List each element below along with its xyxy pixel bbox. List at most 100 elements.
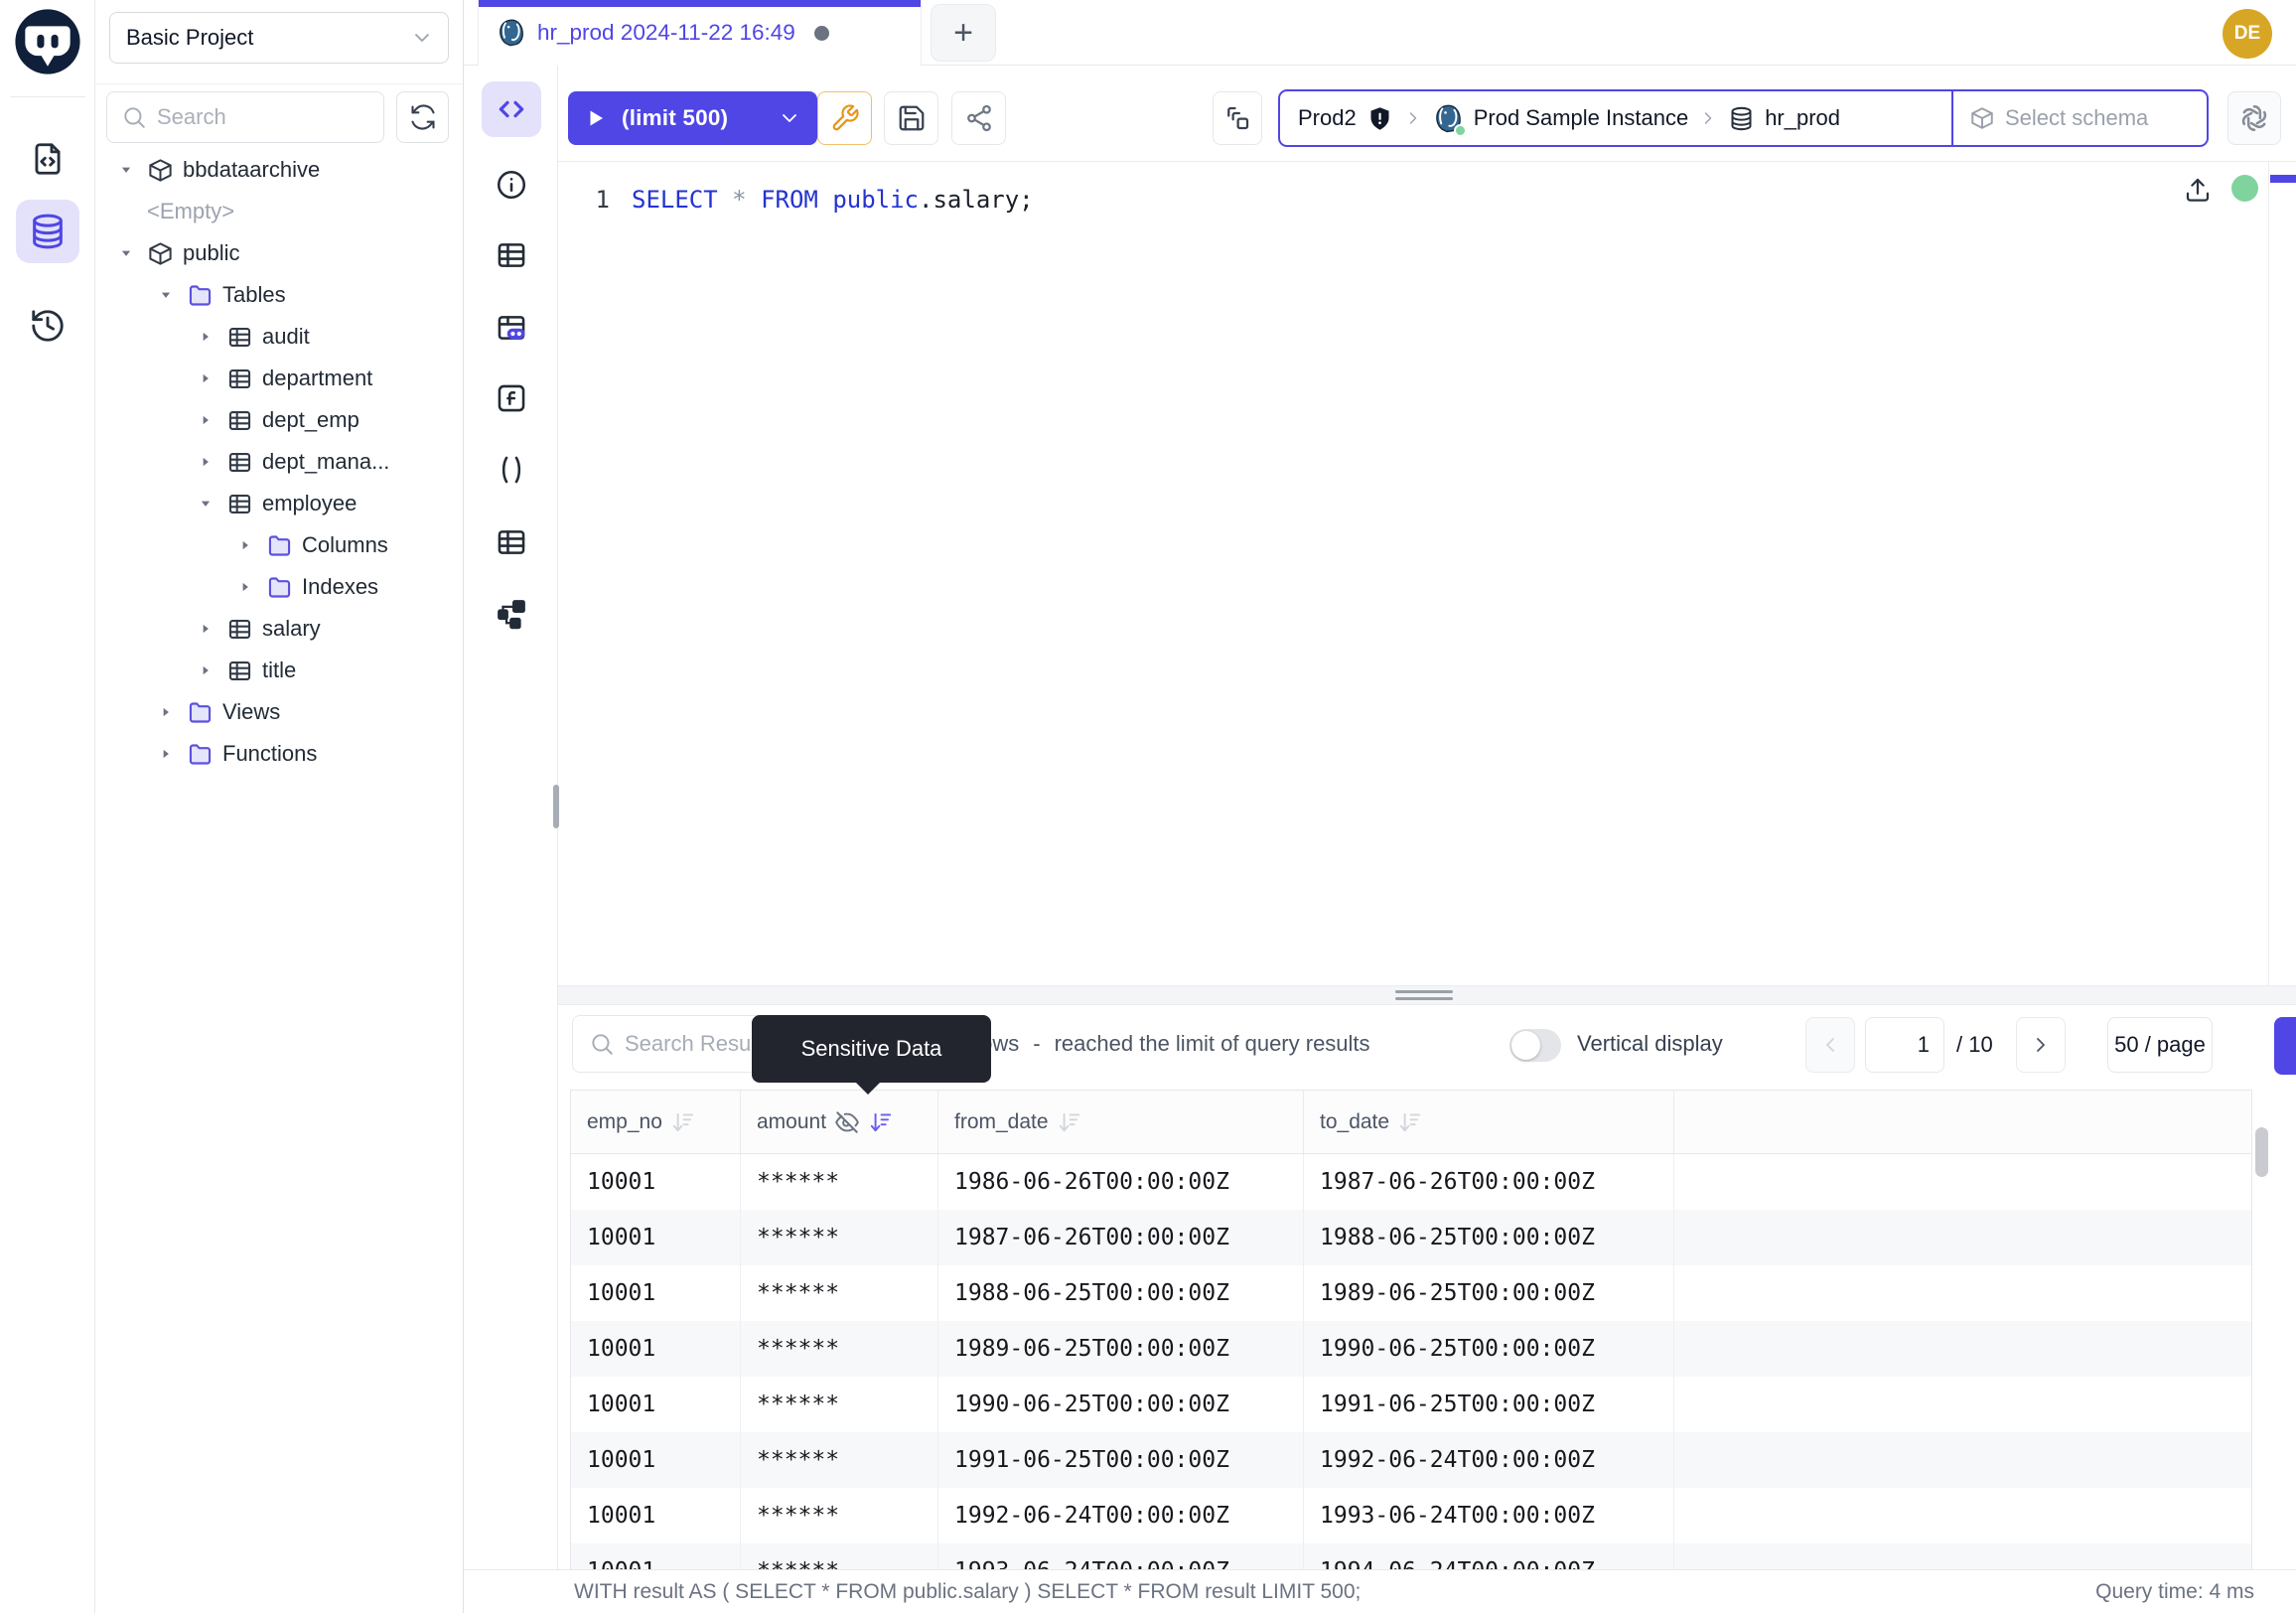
- cell-empty: [1674, 1377, 2251, 1432]
- tree-item-public[interactable]: public: [95, 232, 463, 274]
- tree-item-dept-mana[interactable]: dept_mana...: [95, 441, 463, 483]
- sort-icon[interactable]: [670, 1109, 696, 1135]
- chevron-right-expander-icon[interactable]: [238, 538, 252, 552]
- tree-item-columns[interactable]: Columns: [95, 524, 463, 566]
- cell-amount: ******: [741, 1488, 938, 1543]
- column-header-empty[interactable]: [1674, 1091, 2251, 1153]
- sensitive-data-tooltip: Sensitive Data: [752, 1015, 991, 1083]
- cell-amount: ******: [741, 1432, 938, 1488]
- run-query-button[interactable]: (limit 500): [568, 91, 817, 145]
- chevron-right-expander-icon[interactable]: [199, 330, 213, 344]
- sql-editor[interactable]: 1 SELECT * FROM public.salary;: [558, 162, 2296, 985]
- upload-icon[interactable]: [2183, 175, 2213, 205]
- chevron-down-expander-icon[interactable]: [159, 288, 173, 302]
- schema-diagram-button[interactable]: [464, 597, 558, 631]
- share-sheet-button[interactable]: [951, 91, 1006, 145]
- tree-item-salary[interactable]: salary: [95, 608, 463, 650]
- format-sql-button[interactable]: [817, 91, 872, 145]
- chevron-down-expander-icon[interactable]: [199, 497, 213, 511]
- cell-empty: [1674, 1321, 2251, 1377]
- chevron-right-expander-icon[interactable]: [199, 663, 213, 677]
- nav-database-button[interactable]: [16, 200, 79, 263]
- tree-item-dept-emp[interactable]: dept_emp: [95, 399, 463, 441]
- ai-assistant-button[interactable]: [2227, 91, 2281, 145]
- vertical-display-toggle[interactable]: [1509, 1029, 1561, 1062]
- instance-name: Prod Sample Instance: [1474, 105, 1688, 131]
- tree-item-empty[interactable]: <Empty>: [95, 191, 463, 232]
- info-panel-button[interactable]: [464, 168, 558, 202]
- export-button[interactable]: [2274, 1017, 2296, 1075]
- new-tab-button[interactable]: +: [931, 4, 996, 62]
- column-header-amount[interactable]: amount: [741, 1091, 938, 1153]
- panel-splitter[interactable]: [558, 985, 2296, 1005]
- nav-history-button[interactable]: [16, 294, 79, 358]
- save-sheet-button[interactable]: [884, 91, 938, 145]
- sort-icon[interactable]: [1397, 1109, 1423, 1135]
- chevron-right-expander-icon[interactable]: [199, 371, 213, 385]
- tree-item-audit[interactable]: audit: [95, 316, 463, 358]
- cell-amount: ******: [741, 1154, 938, 1210]
- page-number-input[interactable]: 1: [1865, 1017, 1944, 1073]
- column-header-emp_no[interactable]: emp_no: [571, 1091, 741, 1153]
- cell-empty: [1674, 1210, 2251, 1265]
- project-selector[interactable]: Basic Project: [109, 12, 449, 64]
- avatar[interactable]: DE: [2223, 9, 2272, 59]
- results-scrollbar[interactable]: [2255, 1127, 2268, 1177]
- chevron-right-expander-icon[interactable]: [199, 413, 213, 427]
- batch-query-icon: [1222, 103, 1252, 133]
- external-table-panel-button[interactable]: [464, 525, 558, 559]
- sql-token: *: [732, 186, 746, 214]
- procedures-panel-button[interactable]: [464, 453, 558, 487]
- nav-worksheet-button[interactable]: [16, 127, 79, 191]
- postgresql-icon: [497, 18, 526, 48]
- tree-item-label: Tables: [222, 282, 286, 308]
- environment-name: Prod2: [1298, 105, 1357, 131]
- function-icon: [495, 381, 528, 415]
- cell-empty: [1674, 1543, 2251, 1569]
- next-page-button[interactable]: [2016, 1017, 2066, 1073]
- table-row: 10001******1991-06-25T00:00:00Z1992-06-2…: [571, 1432, 2251, 1488]
- column-header-to_date[interactable]: to_date: [1304, 1091, 1674, 1153]
- page-size-selector[interactable]: 50 / page: [2107, 1017, 2213, 1073]
- tab-hr-prod[interactable]: hr_prod 2024-11-22 16:49: [478, 0, 922, 66]
- functions-panel-button[interactable]: [464, 381, 558, 415]
- chevron-right-expander-icon[interactable]: [199, 455, 213, 469]
- masked-table-panel-button[interactable]: [464, 311, 558, 345]
- tree-item-indexes[interactable]: Indexes: [95, 566, 463, 608]
- status-bar: WITH result AS ( SELECT * FROM public.sa…: [464, 1569, 2296, 1613]
- sql-token: FROM: [761, 186, 818, 214]
- table-icon: [226, 366, 253, 392]
- sort-icon[interactable]: [868, 1109, 894, 1135]
- cell-to_date: 1989-06-25T00:00:00Z: [1304, 1265, 1674, 1321]
- sidebar-resize-handle[interactable]: [553, 785, 559, 828]
- table-panel-button[interactable]: [464, 238, 558, 272]
- tree-item-department[interactable]: department: [95, 358, 463, 399]
- tree-item-views[interactable]: Views: [95, 691, 463, 733]
- tooltip-arrow: [855, 1082, 881, 1095]
- sidebar-search[interactable]: [106, 91, 384, 143]
- chevron-down-expander-icon[interactable]: [119, 246, 133, 260]
- chevron-down-expander-icon[interactable]: [119, 163, 133, 177]
- batch-query-button[interactable]: [1213, 91, 1262, 145]
- connection-context[interactable]: Prod2 Prod Sample Instance hr_prod: [1280, 91, 1953, 145]
- tree-item-title[interactable]: title: [95, 650, 463, 691]
- column-name: amount: [757, 1110, 826, 1134]
- cell-from_date: 1989-06-25T00:00:00Z: [938, 1321, 1304, 1377]
- unsaved-dot: [814, 26, 829, 41]
- chevron-right-expander-icon[interactable]: [199, 622, 213, 636]
- schema-selector[interactable]: Select schema: [1953, 91, 2207, 145]
- chevron-right-expander-icon[interactable]: [238, 580, 252, 594]
- refresh-button[interactable]: [396, 91, 449, 143]
- editor-scrollbar[interactable]: [2270, 175, 2296, 183]
- tree-item-employee[interactable]: employee: [95, 483, 463, 524]
- tree-item-functions[interactable]: Functions: [95, 733, 463, 775]
- chevron-right-expander-icon[interactable]: [159, 705, 173, 719]
- sort-icon[interactable]: [1057, 1109, 1082, 1135]
- code-panel-button[interactable]: [482, 81, 541, 137]
- tree-item-bbdataarchive[interactable]: bbdataarchive: [95, 149, 463, 191]
- chevron-right-expander-icon[interactable]: [159, 747, 173, 761]
- column-header-from_date[interactable]: from_date: [938, 1091, 1304, 1153]
- prev-page-button[interactable]: [1805, 1017, 1855, 1073]
- sidebar-search-input[interactable]: [157, 104, 356, 130]
- tree-item-tables[interactable]: Tables: [95, 274, 463, 316]
